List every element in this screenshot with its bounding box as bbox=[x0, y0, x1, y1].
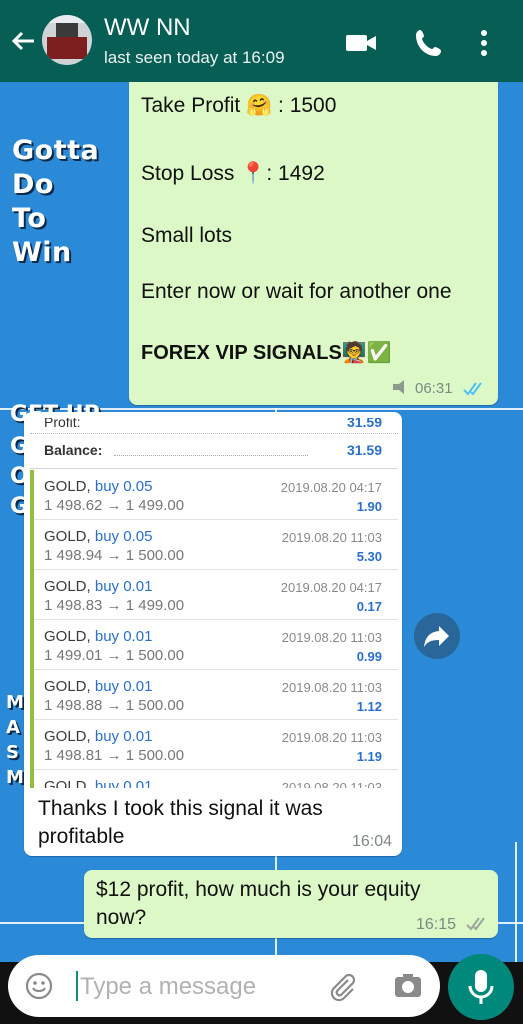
reply-line-2: profitable bbox=[38, 825, 125, 848]
forwarded-icon bbox=[391, 380, 411, 398]
video-call-button[interactable] bbox=[344, 26, 378, 60]
message-lots: Small lots bbox=[141, 224, 233, 247]
emoji-button[interactable] bbox=[24, 971, 54, 1006]
delivered-ticks-icon bbox=[466, 917, 488, 936]
more-vert-icon bbox=[481, 30, 487, 56]
trade-row[interactable]: GOLD, buy 0.01 1 498.83 → 1 499.00 2019.… bbox=[30, 570, 398, 620]
wallpaper-slogan: Gotta Do To Win bbox=[12, 135, 100, 268]
profit-row: Profit: 31.59 bbox=[30, 418, 398, 434]
camera-button[interactable] bbox=[392, 970, 424, 1007]
reply-time: 16:04 bbox=[352, 833, 393, 850]
trade-row[interactable]: GOLD, buy 0.05 1 498.62 → 1 499.00 2019.… bbox=[30, 470, 398, 520]
trade-row[interactable]: GOLD, buy 0.01 1 498.81 → 1 500.00 2019.… bbox=[30, 720, 398, 770]
trade-row[interactable]: GOLD, buy 0.01 2019.08.20 11:03 bbox=[30, 770, 398, 788]
emoji-icon bbox=[25, 972, 53, 1000]
message-time: 06:31 bbox=[415, 380, 453, 397]
contact-name[interactable]: WW NN bbox=[104, 14, 191, 42]
message-entry: Enter now or wait for another one bbox=[141, 280, 452, 303]
mine-line-1: $12 profit, how much is your equity bbox=[96, 878, 421, 901]
read-ticks-icon bbox=[463, 382, 485, 401]
trade-row[interactable]: GOLD, buy 0.01 1 498.88 → 1 500.00 2019.… bbox=[30, 670, 398, 720]
back-button[interactable] bbox=[8, 26, 38, 56]
mine-time: 16:15 bbox=[416, 916, 457, 933]
video-call-icon bbox=[346, 35, 376, 51]
back-arrow-icon bbox=[11, 31, 34, 51]
message-bubble-mine[interactable]: $12 profit, how much is your equity now?… bbox=[84, 870, 498, 938]
trade-history-screenshot[interactable]: Profit: 31.59 Balance: 31.59 GOLD, buy 0… bbox=[30, 418, 398, 788]
balance-label: Balance: bbox=[44, 442, 103, 458]
chat-header: WW NN last seen today at 16:09 bbox=[0, 0, 523, 82]
attach-button[interactable] bbox=[326, 970, 358, 1007]
text-caret bbox=[76, 971, 78, 1001]
voice-message-button[interactable] bbox=[448, 954, 514, 1020]
message-brand: FOREX VIP SIGNALS🧑‍🏫✅ bbox=[141, 342, 392, 364]
reply-line-1: Thanks I took this signal it was bbox=[38, 797, 323, 820]
wallpaper-line bbox=[515, 842, 517, 962]
message-stop-loss: Stop Loss 📍: 1492 bbox=[141, 162, 325, 185]
message-bubble-signal[interactable]: Take Profit 🤗 : 1500 Stop Loss 📍: 1492 S… bbox=[129, 72, 498, 405]
trade-row[interactable]: GOLD, buy 0.05 1 498.94 → 1 500.00 2019.… bbox=[30, 520, 398, 570]
message-input[interactable]: Type a message bbox=[80, 973, 256, 1001]
forward-icon bbox=[424, 626, 449, 647]
balance-row: Balance: 31.59 bbox=[30, 434, 398, 468]
attach-icon bbox=[330, 973, 356, 1002]
phone-button[interactable] bbox=[412, 26, 446, 60]
message-take-profit: Take Profit 🤗 : 1500 bbox=[141, 94, 337, 117]
avatar[interactable] bbox=[42, 15, 92, 65]
last-seen-status: last seen today at 16:09 bbox=[104, 48, 285, 67]
wallpaper-side-letters: M A S M bbox=[6, 692, 24, 788]
balance-value: 31.59 bbox=[346, 442, 382, 458]
phone-icon bbox=[416, 30, 441, 56]
trade-row[interactable]: GOLD, buy 0.01 1 499.01 → 1 500.00 2019.… bbox=[30, 620, 398, 670]
camera-icon bbox=[395, 974, 421, 997]
mine-line-2: now? bbox=[96, 906, 147, 929]
more-options-button[interactable] bbox=[474, 26, 494, 60]
message-composer[interactable]: Type a message bbox=[8, 955, 440, 1017]
mic-icon bbox=[468, 970, 494, 1004]
forward-button[interactable] bbox=[414, 613, 460, 659]
